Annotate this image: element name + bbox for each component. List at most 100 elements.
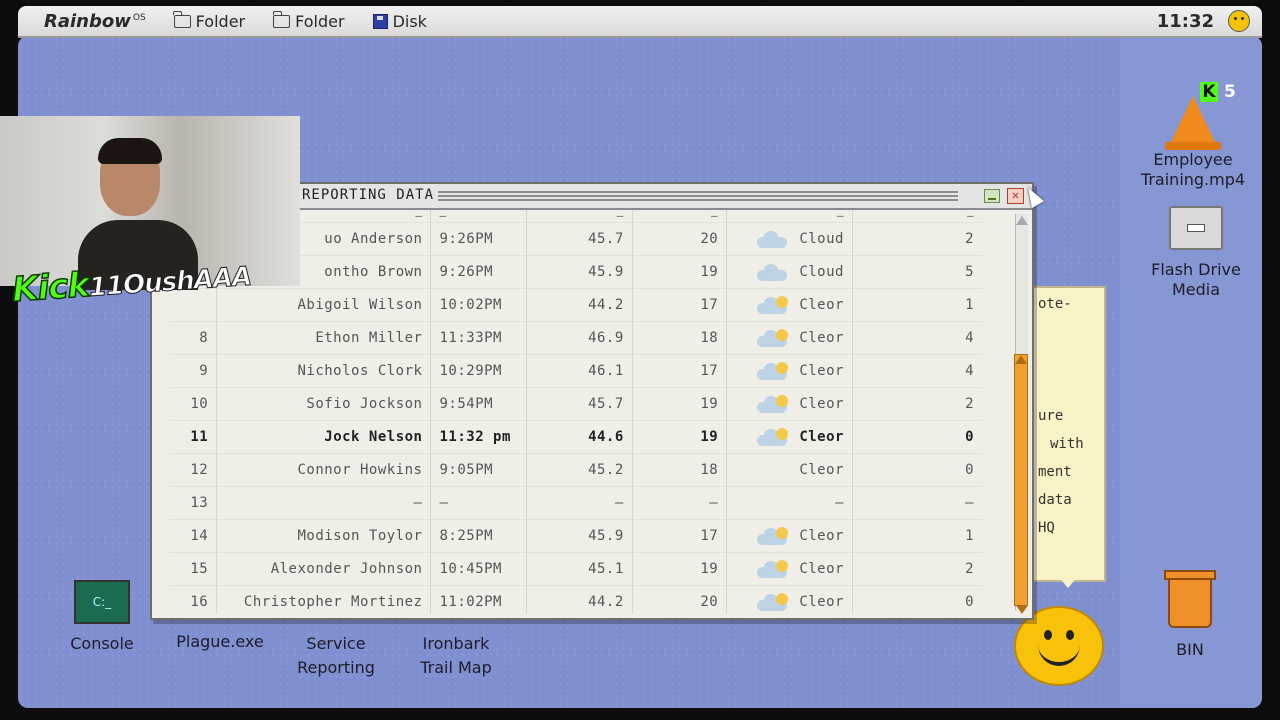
row-value-a: 45.7 — [526, 387, 633, 421]
weather-cell: Cleor — [735, 527, 844, 545]
row-weather: Cleor — [726, 420, 853, 454]
row-number: 8 — [170, 321, 218, 355]
desktop-icon-employee-training[interactable]: Employee Training.mp4 — [1138, 96, 1248, 190]
row-value-d: 2 — [965, 396, 974, 412]
row-value-b: 19 — [632, 420, 728, 454]
row-value-d: – — [965, 495, 974, 511]
row-value-b: 20 — [632, 222, 728, 256]
row-value-b: 19 — [632, 255, 728, 289]
row-name: Alexonder Johnson — [216, 552, 432, 586]
row-time: 11:02PM — [430, 585, 528, 614]
row-value-a: 45.7 — [526, 222, 633, 256]
weather-label: Cleor — [799, 429, 844, 445]
desktop-icon-flash-drive[interactable]: Flash Drive Media — [1140, 206, 1252, 300]
note-line: HQ — [1038, 520, 1055, 536]
icon-label: Training.mp4 — [1140, 170, 1246, 189]
row-value-a: 45.9 — [526, 255, 633, 289]
table-row[interactable]: 8 Ethon Miller 11:33PM 46.9 18 Cleor 4 — [170, 321, 982, 355]
traffic-cone-icon — [1171, 96, 1215, 142]
row-value-a: 45.2 — [526, 453, 633, 487]
row-weather: Cleor — [726, 519, 853, 553]
icon-label: Employee — [1153, 150, 1233, 169]
titlebar-stripes — [438, 191, 958, 201]
row-number: 14 — [170, 519, 218, 553]
row-time: 10:02PM — [430, 288, 528, 322]
desktop-icon-console[interactable]: C:_ Console — [62, 580, 142, 654]
row-value-b: – — [632, 486, 728, 520]
row-weather: Cleor — [726, 288, 853, 322]
row-weather: Cleor — [726, 321, 853, 355]
os-brand[interactable]: Rainbow OS — [44, 11, 146, 32]
desktop-icon-ironbark-trail-map[interactable]: Ironbark Trail Map — [404, 634, 508, 678]
row-value-a: 44.2 — [526, 288, 633, 322]
row-value-d: 1 — [965, 528, 974, 544]
row-name: Jock Nelson — [216, 420, 432, 454]
weather-label: Cleor — [799, 462, 844, 478]
row-time: 9:54PM — [430, 387, 528, 421]
sticky-note[interactable]: ote- ure with ment data HQ — [1032, 286, 1106, 582]
desktop-icon-service-reporting[interactable]: Service Reporting — [284, 634, 388, 678]
table-row[interactable]: 15 Alexonder Johnson 10:45PM 45.1 19 Cleor 2 — [170, 552, 982, 586]
scrollbar-thumb[interactable] — [1014, 354, 1028, 606]
cloud-icon — [757, 263, 789, 281]
row-name: Modison Toylor — [216, 519, 432, 553]
row-weather: Cloud — [726, 222, 853, 256]
table-row[interactable]: 11 Jock Nelson 11:32 pm 44.6 19 Cleor 0 — [170, 420, 982, 454]
menu-folder-1[interactable]: Folder — [173, 10, 245, 31]
table-row[interactable]: 12 Connor Howkins 9:05PM 45.2 18 Cleor 0 — [170, 453, 982, 487]
menu-folder-2[interactable]: Folder — [272, 10, 345, 31]
note-line: ure — [1038, 408, 1064, 424]
table-row[interactable]: 16 Christopher Mortinez 11:02PM 44.2 20 Cleor… — [170, 585, 982, 614]
folder-icon — [272, 10, 291, 28]
table-row[interactable]: 14 Modison Toylor 8:25PM 45.9 17 Cleor 1 — [170, 519, 982, 553]
smiley-icon[interactable] — [1228, 10, 1250, 32]
weather-label: Cloud — [799, 264, 844, 280]
row-value-a: 46.9 — [526, 321, 633, 355]
row-number: 15 — [170, 552, 218, 586]
row-value-d: 0 — [965, 594, 974, 610]
table-row[interactable]: Abigoil Wilson 10:02PM 44.2 17 Cleor 1 — [170, 288, 982, 322]
table-row[interactable]: 10 Sofio Jockson 9:54PM 45.7 19 Cleor 2 — [170, 387, 982, 421]
weather-label: Cleor — [799, 561, 844, 577]
row-value-b: 17 — [632, 519, 728, 553]
weather-label: Cleor — [799, 330, 844, 346]
row-number: 10 — [170, 387, 218, 421]
menu-disk[interactable]: Disk — [372, 12, 427, 31]
row-value-a: 44.2 — [526, 585, 633, 614]
table-row[interactable]: 9 Nicholos Clork 10:29PM 46.1 17 Cleor 4 — [170, 354, 982, 388]
flash-drive-icon — [1169, 206, 1223, 250]
icon-label: Console — [70, 634, 134, 653]
weather-label: Cleor — [799, 528, 844, 544]
table-row[interactable]: 13– – – – – – — [170, 486, 982, 520]
icon-label: Trail Map — [420, 658, 492, 677]
weather-label: Cleor — [799, 363, 844, 379]
partly-sunny-icon — [757, 362, 789, 380]
row-time: 10:45PM — [430, 552, 528, 586]
row-value-d: 4 — [965, 363, 974, 379]
row-value-a: 46.1 — [526, 354, 633, 388]
row-time: – — [430, 210, 528, 223]
weather-cell: Cleor — [735, 329, 844, 347]
folder-icon — [173, 10, 191, 28]
note-line: data — [1038, 492, 1072, 508]
scroll-up-arrow[interactable] — [1016, 216, 1028, 225]
row-weather: – — [726, 210, 853, 223]
desktop-icon-plague[interactable]: Plague.exe — [160, 632, 280, 652]
desktop-icon-bin[interactable]: BIN — [1150, 570, 1230, 660]
row-time: 11:32 pm — [430, 420, 528, 454]
icon-label: Reporting — [297, 658, 375, 677]
row-value-d: 0 — [965, 429, 974, 445]
row-value-a: 45.1 — [526, 552, 633, 586]
row-time: 11:33PM — [430, 321, 528, 355]
weather-cell: Cloud — [735, 263, 844, 281]
console-icon: C:_ — [74, 580, 130, 624]
clock: 11:32 — [1156, 10, 1214, 32]
weather-cell: Cleor — [735, 462, 844, 478]
row-value-a: – — [526, 210, 633, 223]
icon-label: Media — [1171, 280, 1221, 299]
minimize-button[interactable] — [984, 189, 1000, 203]
scroll-down-arrow[interactable] — [1016, 605, 1028, 614]
row-number: 16 — [170, 585, 218, 614]
weather-cell: Cloud — [735, 230, 844, 248]
row-value-d: – — [966, 210, 974, 222]
